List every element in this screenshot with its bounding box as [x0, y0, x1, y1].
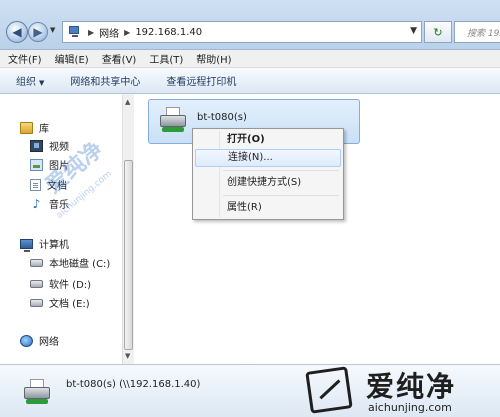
- printer-icon: [158, 106, 188, 134]
- organize-label: 组织: [16, 77, 36, 88]
- refresh-icon: ↻: [433, 25, 443, 39]
- context-menu: 打开(O) 连接(N)... 创建快捷方式(S) 属性(R): [192, 128, 344, 220]
- forward-button[interactable]: ▶: [28, 22, 48, 42]
- drive-icon: [30, 258, 43, 267]
- breadcrumb-host[interactable]: 192.168.1.40: [135, 27, 202, 38]
- watermark-brand-url: aichunjing.com: [368, 401, 452, 414]
- organize-button[interactable]: 组织 ▼: [16, 73, 44, 88]
- nav-videos[interactable]: 视频: [30, 138, 69, 153]
- library-icon: [20, 121, 33, 134]
- menu-separator: [223, 195, 339, 196]
- nav-drive-c[interactable]: 本地磁盘 (C:): [30, 255, 110, 270]
- printer-name: bt-t080(s): [197, 112, 247, 123]
- search-input[interactable]: 搜索 192.168.1.40: [454, 21, 500, 43]
- nav-libraries[interactable]: 库: [20, 120, 49, 135]
- details-title: bt-t080(s) (\\192.168.1.40): [66, 379, 201, 390]
- network-center-button[interactable]: 网络和共享中心: [70, 73, 140, 88]
- chevron-right-icon[interactable]: ▶: [124, 28, 130, 37]
- scroll-down-icon[interactable]: ▼: [125, 352, 130, 360]
- menu-item-create-shortcut[interactable]: 创建快捷方式(S): [195, 174, 341, 192]
- menu-item-connect[interactable]: 连接(N)...: [195, 149, 341, 167]
- nav-label: 网络: [39, 337, 59, 348]
- menu-tools[interactable]: 工具(T): [149, 51, 183, 66]
- network-location-icon: [67, 25, 83, 39]
- command-bar: 组织 ▼ 网络和共享中心 查看远程打印机: [0, 68, 500, 94]
- music-icon: ♪: [32, 196, 41, 211]
- address-bar[interactable]: ▶ 网络 ▶ 192.168.1.40 ▼: [62, 21, 422, 43]
- menu-file[interactable]: 文件(F): [8, 51, 42, 66]
- navigation-pane: 库 视频 图片 文档 ♪ 音乐 计算机 本地磁盘 (C:) 软件 (D:) 文档…: [0, 94, 134, 364]
- nav-label: 文档 (E:): [49, 299, 90, 310]
- nav-computer[interactable]: 计算机: [20, 236, 69, 252]
- picture-icon: [30, 158, 43, 171]
- printer-icon-large: [22, 378, 52, 406]
- computer-icon: [20, 238, 33, 252]
- history-dropdown-icon[interactable]: ▼: [50, 26, 55, 34]
- address-dropdown-icon[interactable]: ▼: [410, 26, 417, 36]
- drive-icon: [30, 298, 43, 307]
- menu-help[interactable]: 帮助(H): [196, 51, 231, 66]
- arrow-left-icon: ◀: [12, 25, 22, 39]
- menu-separator: [223, 170, 339, 171]
- drive-icon: [30, 279, 43, 288]
- back-button[interactable]: ◀: [6, 21, 28, 43]
- title-bar: ◀ ▶ ▼ ▶ 网络 ▶ 192.168.1.40 ▼ ↻ 搜索 192.168…: [0, 0, 500, 50]
- nav-label: 本地磁盘 (C:): [49, 259, 111, 270]
- logo-icon: [305, 366, 353, 414]
- refresh-button[interactable]: ↻: [424, 21, 452, 43]
- nav-label: 软件 (D:): [49, 280, 92, 291]
- nav-drive-e[interactable]: 文档 (E:): [30, 295, 90, 310]
- document-icon: [30, 178, 41, 191]
- scroll-thumb[interactable]: [124, 160, 133, 350]
- menu-view[interactable]: 查看(V): [102, 51, 137, 66]
- chevron-right-icon[interactable]: ▶: [88, 28, 94, 37]
- network-icon: [20, 334, 33, 347]
- nav-network[interactable]: 网络: [20, 333, 59, 348]
- menu-edit[interactable]: 编辑(E): [55, 51, 89, 66]
- breadcrumb-network[interactable]: 网络: [99, 25, 119, 40]
- watermark-brand: 爱纯净: [366, 370, 457, 403]
- menu-item-properties[interactable]: 属性(R): [195, 199, 341, 217]
- nav-drive-d[interactable]: 软件 (D:): [30, 276, 91, 291]
- menu-item-open[interactable]: 打开(O): [195, 131, 341, 149]
- remote-printers-button[interactable]: 查看远程打印机: [166, 73, 236, 88]
- nav-label: 计算机: [39, 240, 69, 251]
- nav-label: 库: [39, 124, 49, 135]
- scroll-up-icon[interactable]: ▲: [125, 98, 130, 106]
- arrow-right-icon: ▶: [33, 25, 43, 39]
- menu-bar: 文件(F) 编辑(E) 查看(V) 工具(T) 帮助(H): [0, 50, 500, 68]
- video-icon: [30, 139, 43, 152]
- nav-scrollbar[interactable]: ▲ ▼: [122, 94, 134, 364]
- watermark-logo: 爱纯净 aichunjing.com: [302, 363, 498, 417]
- chevron-down-icon: ▼: [39, 79, 45, 87]
